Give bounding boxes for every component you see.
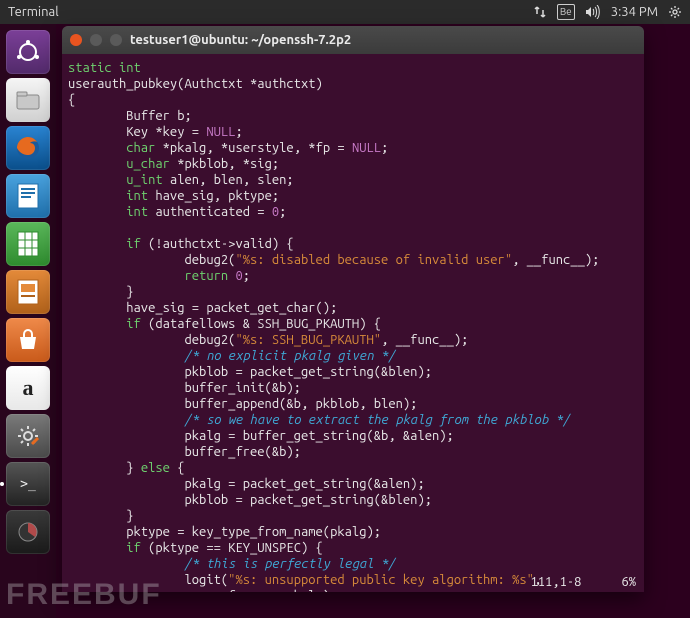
volume-icon[interactable]	[585, 5, 601, 19]
vim-scroll-percent: 6%	[621, 574, 636, 590]
system-tray: Be 3:34 PM	[533, 4, 682, 20]
vim-cursor-position: 111,1-8	[530, 574, 581, 590]
network-icon[interactable]	[533, 5, 547, 19]
window-minimize-button[interactable]	[90, 34, 102, 46]
launcher-ubuntu-dash[interactable]	[6, 30, 50, 74]
launcher-firefox[interactable]	[6, 126, 50, 170]
clock[interactable]: 3:34 PM	[611, 5, 658, 19]
launcher-files[interactable]	[6, 78, 50, 122]
gear-icon[interactable]	[668, 5, 682, 19]
launcher-ubuntu-software[interactable]	[6, 318, 50, 362]
code-text: static	[68, 61, 112, 75]
window-maximize-button[interactable]	[110, 34, 122, 46]
window-close-button[interactable]	[70, 34, 82, 46]
launcher-amazon[interactable]: a	[6, 366, 50, 410]
terminal-viewport[interactable]: static int userauth_pubkey(Authctxt *aut…	[62, 54, 644, 592]
active-app-name: Terminal	[8, 5, 59, 19]
launcher-terminal[interactable]: >_	[6, 462, 50, 506]
launcher-settings[interactable]	[6, 414, 50, 458]
top-panel: Terminal Be 3:34 PM	[0, 0, 690, 24]
launcher-libreoffice-writer[interactable]	[6, 174, 50, 218]
vim-status-line: 111,1-8 6%	[530, 574, 636, 590]
window-title: testuser1@ubuntu: ~/openssh-7.2p2	[130, 33, 351, 47]
launcher-active-pip	[0, 482, 4, 486]
keyboard-layout-indicator[interactable]: Be	[557, 4, 575, 20]
watermark-text: FREEBUF	[6, 578, 162, 612]
launcher-libreoffice-calc[interactable]	[6, 222, 50, 266]
unity-launcher: a >_	[0, 24, 56, 618]
launcher-disk-analyzer[interactable]	[6, 510, 50, 554]
terminal-window: testuser1@ubuntu: ~/openssh-7.2p2 static…	[62, 26, 644, 592]
launcher-libreoffice-impress[interactable]	[6, 270, 50, 314]
window-titlebar[interactable]: testuser1@ubuntu: ~/openssh-7.2p2	[62, 26, 644, 54]
